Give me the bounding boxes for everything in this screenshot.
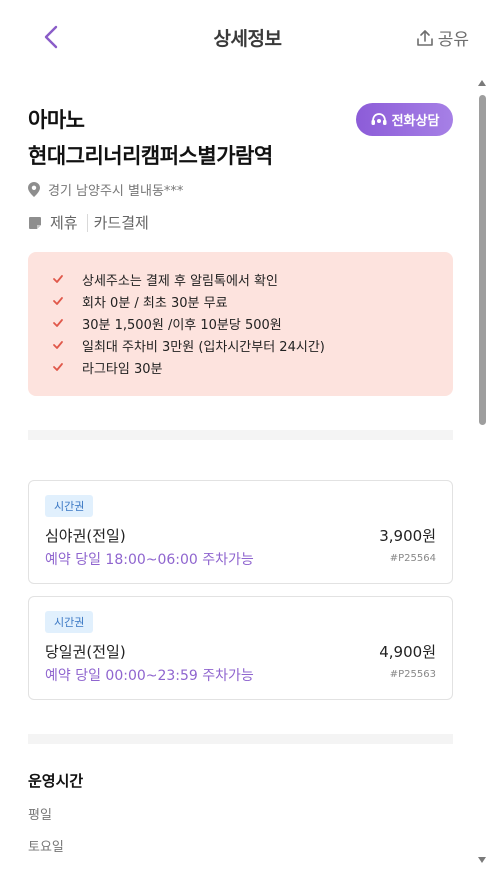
notice-text: 상세주소는 결제 후 알림톡에서 확인 bbox=[82, 273, 278, 289]
ticket-price: 3,900원 bbox=[379, 527, 436, 545]
share-label: 공유 bbox=[437, 30, 469, 50]
section-divider bbox=[28, 734, 453, 744]
notice-text: 라그타임 30분 bbox=[82, 361, 163, 377]
operating-hours-title: 운영시간 bbox=[28, 772, 84, 790]
tag-divider bbox=[86, 213, 88, 232]
notice-text: 30분 1,500원 /이후 10분당 500원 bbox=[82, 317, 282, 333]
app-header: 상세정보 공유 bbox=[0, 0, 495, 72]
notice-item: 회차 0분 / 최초 30분 무료 bbox=[52, 290, 453, 312]
lot-name-line2: 현대그리너리캠퍼스별가람역 bbox=[28, 144, 273, 168]
tag-card-payment: 카드결제 bbox=[93, 214, 149, 232]
ticket-code: #P25564 bbox=[389, 553, 436, 564]
check-icon bbox=[53, 297, 63, 305]
notice-item: 상세주소는 결제 후 알림톡에서 확인 bbox=[52, 268, 453, 290]
hours-saturday-label: 토요일 bbox=[28, 840, 64, 855]
check-icon bbox=[53, 275, 63, 283]
ticket-card-day[interactable]: 시간권 당일권(전일) 4,900원 예약 당일 00:00~23:59 주차가… bbox=[28, 596, 453, 700]
scrollbar-thumb[interactable] bbox=[479, 95, 486, 425]
location-pin-icon bbox=[28, 182, 40, 197]
ticket-type-badge: 시간권 bbox=[45, 611, 94, 633]
memo-icon bbox=[29, 216, 41, 229]
tag-row: 제휴 카드결제 bbox=[28, 212, 149, 233]
notice-text: 일최대 주차비 3만원 (입차시간부터 24시간) bbox=[82, 339, 325, 355]
address-text: 경기 남양주시 별내동*** bbox=[48, 184, 184, 199]
share-icon bbox=[416, 29, 433, 46]
notice-item: 30분 1,500원 /이후 10분당 500원 bbox=[52, 312, 453, 334]
check-icon bbox=[53, 319, 63, 327]
ticket-name: 심야권(전일) bbox=[45, 527, 126, 545]
notice-text: 회차 0분 / 최초 30분 무료 bbox=[82, 295, 228, 311]
headset-icon bbox=[371, 112, 387, 125]
phone-consult-label: 전화상담 bbox=[391, 114, 440, 129]
lot-name-line1: 아마노 bbox=[28, 108, 85, 132]
ticket-name: 당일권(전일) bbox=[45, 643, 126, 661]
section-divider bbox=[28, 430, 453, 440]
scroll-down-arrow[interactable] bbox=[478, 857, 486, 863]
tag-partner: 제휴 bbox=[50, 214, 78, 232]
notice-box: 상세주소는 결제 후 알림톡에서 확인 회차 0분 / 최초 30분 무료 30… bbox=[28, 252, 453, 396]
ticket-available-time: 예약 당일 00:00~23:59 주차가능 bbox=[45, 668, 254, 684]
ticket-type-badge: 시간권 bbox=[45, 495, 94, 517]
hours-weekday-label: 평일 bbox=[28, 808, 52, 823]
check-icon bbox=[53, 341, 63, 349]
share-button[interactable]: 공유 bbox=[416, 25, 469, 50]
ticket-price: 4,900원 bbox=[379, 643, 436, 661]
notice-item: 라그타임 30분 bbox=[52, 356, 453, 378]
notice-item: 일최대 주차비 3만원 (입차시간부터 24시간) bbox=[52, 334, 453, 356]
phone-consult-button[interactable]: 전화상담 bbox=[356, 103, 453, 136]
address-row: 경기 남양주시 별내동*** bbox=[28, 180, 183, 199]
ticket-code: #P25563 bbox=[389, 669, 436, 680]
scroll-up-arrow[interactable] bbox=[478, 80, 486, 86]
ticket-card-night[interactable]: 시간권 심야권(전일) 3,900원 예약 당일 18:00~06:00 주차가… bbox=[28, 480, 453, 584]
check-icon bbox=[53, 363, 63, 371]
ticket-available-time: 예약 당일 18:00~06:00 주차가능 bbox=[45, 552, 254, 568]
